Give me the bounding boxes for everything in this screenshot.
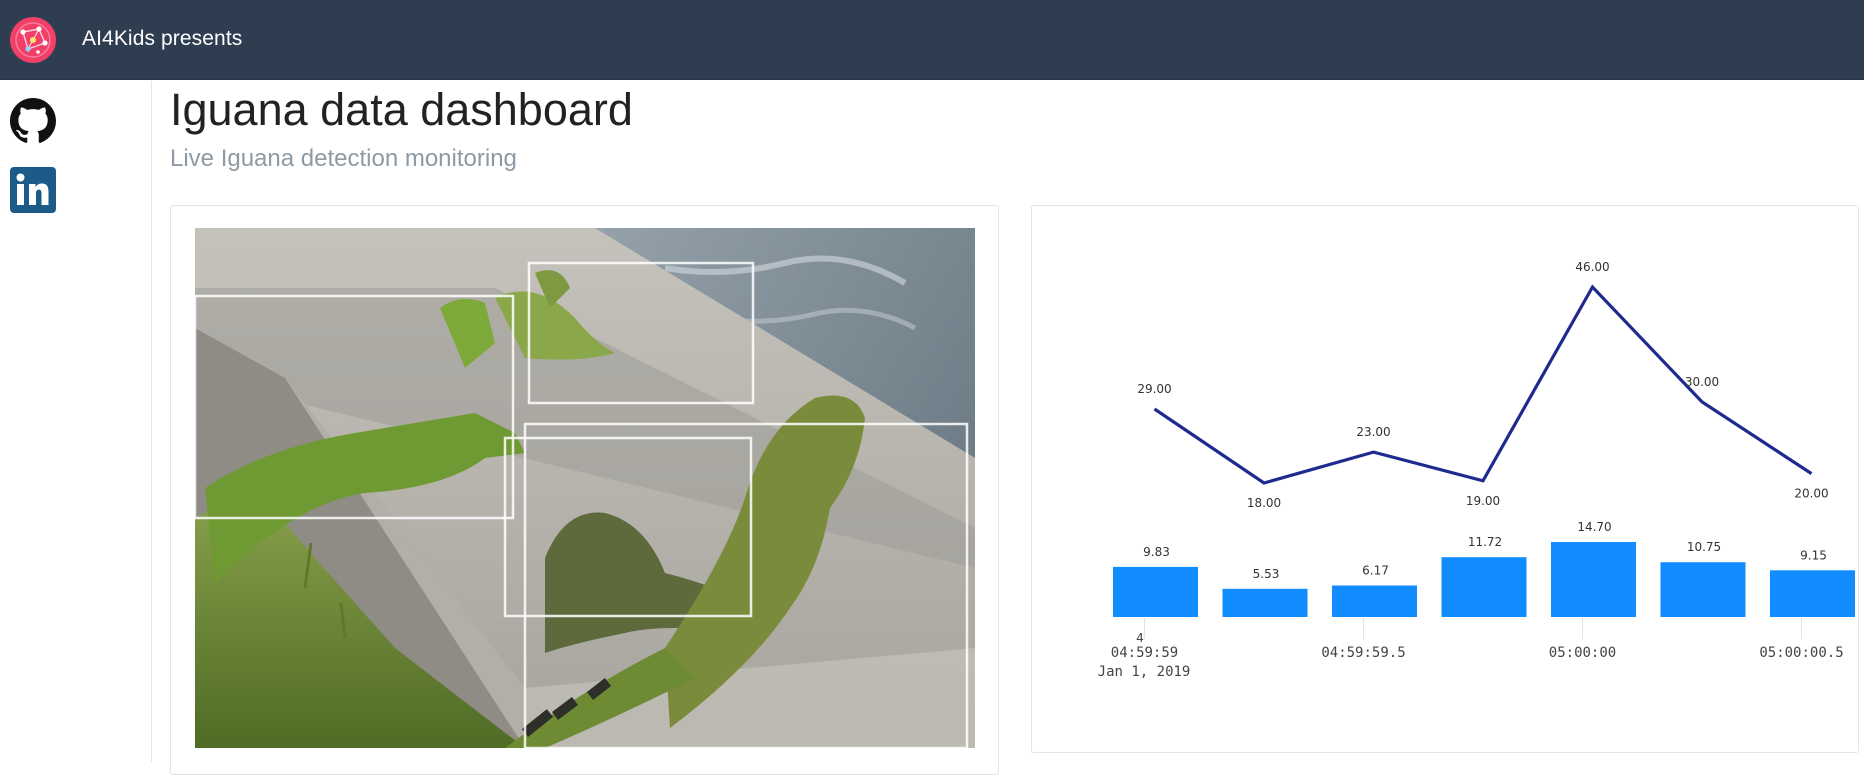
line-value-label: 29.00 xyxy=(1137,382,1171,396)
page-subtitle: Live Iguana detection monitoring xyxy=(170,145,517,172)
x-axis-stray-label: 4 xyxy=(1136,631,1144,645)
x-tick-label: 05:00:00.5 xyxy=(1759,645,1843,661)
bar[interactable] xyxy=(1551,542,1636,617)
bar[interactable] xyxy=(1660,562,1746,617)
bar-value-label: 5.53 xyxy=(1253,567,1280,581)
detections-chart: 9.83 5.53 6.17 11.72 14.70 10.75 9.15 29.00 18.… xyxy=(1098,260,1855,680)
linkedin-link[interactable] xyxy=(10,167,56,213)
bar-value-label: 9.83 xyxy=(1143,545,1170,559)
top-navbar: AI4Kids presents xyxy=(0,0,1864,80)
linkedin-icon xyxy=(10,167,56,213)
line-value-label: 30.00 xyxy=(1685,375,1719,389)
bar[interactable] xyxy=(1441,557,1527,617)
iguana-detection-image xyxy=(195,228,975,748)
bar[interactable] xyxy=(1222,588,1308,617)
x-tick-label: 04:59:59.5 xyxy=(1321,645,1405,661)
detections-chart-card: 9.83 5.53 6.17 11.72 14.70 10.75 9.15 29.00 18.… xyxy=(1031,205,1859,753)
bar-value-label: 11.72 xyxy=(1468,535,1502,549)
brand-logo-icon[interactable] xyxy=(9,16,57,64)
x-tick-label: 04:59:59 xyxy=(1111,645,1178,661)
bar[interactable] xyxy=(1770,570,1855,617)
bar[interactable] xyxy=(1113,566,1198,617)
github-link[interactable] xyxy=(10,98,56,144)
line-value-label: 19.00 xyxy=(1466,494,1500,508)
x-axis-date-label: Jan 1, 2019 xyxy=(1098,664,1191,680)
github-icon xyxy=(10,98,56,143)
bar-value-label: 9.15 xyxy=(1800,548,1827,562)
line-value-label: 46.00 xyxy=(1575,260,1609,274)
bar[interactable] xyxy=(1332,585,1417,618)
page-title: Iguana data dashboard xyxy=(170,84,633,135)
brand-name[interactable]: AI4Kids presents xyxy=(82,27,242,51)
bar-value-label: 10.75 xyxy=(1687,540,1721,554)
line-value-label: 18.00 xyxy=(1247,496,1281,510)
bar-value-label: 14.70 xyxy=(1577,520,1611,534)
bar-value-label: 6.17 xyxy=(1362,564,1389,578)
sidebar xyxy=(0,81,152,762)
detection-image-card xyxy=(170,205,999,775)
line-value-label: 20.00 xyxy=(1794,487,1828,501)
x-tick-label: 05:00:00 xyxy=(1549,645,1616,661)
line-value-label: 23.00 xyxy=(1356,425,1390,439)
